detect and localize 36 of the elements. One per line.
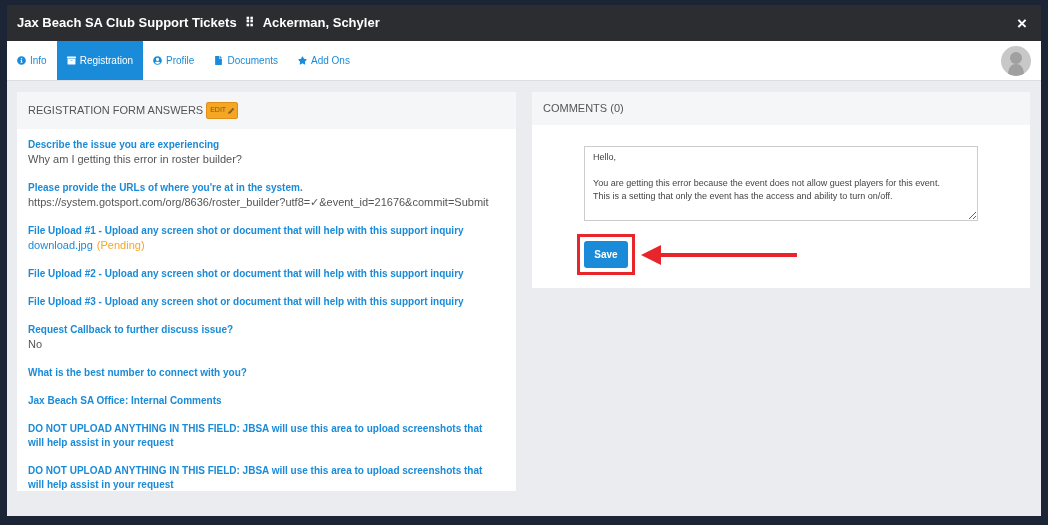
star-icon <box>298 56 307 65</box>
close-button[interactable]: × <box>1017 14 1027 32</box>
question-label: Please provide the URLs of where you're at in the system. <box>28 181 304 195</box>
avatar <box>1001 45 1031 76</box>
question-label: Jax Beach SA Office: Internal Comments <box>28 394 223 408</box>
archive-icon <box>66 56 76 65</box>
status-text: (Pending) <box>96 238 145 253</box>
question-label: File Upload #1 - Upload any screen shot or document that will help with this support inquiry <box>28 224 465 238</box>
save-button[interactable]: Save <box>584 241 628 268</box>
question-label: File Upload #2 - Upload any screen shot or document that will help with this support inquiry <box>28 267 465 281</box>
file-icon <box>214 56 224 65</box>
question-label: What is the best number to connect with you? <box>28 366 248 380</box>
tab[interactable]: Info <box>7 41 57 80</box>
question-label: DO NOT UPLOAD ANYTHING IN THIS FIELD: JBSA will use this area to upload screenshots that will help assist in your request <box>28 422 484 450</box>
member-name: Ackerman, Schyler <box>262 14 380 33</box>
answer-text: No <box>28 337 44 352</box>
pencil-icon <box>228 107 235 114</box>
tab[interactable]: Documents <box>204 41 288 80</box>
panel-title: REGISTRATION FORM ANSWERS <box>28 103 204 119</box>
answer-text: Why am I getting this error in roster builder? <box>28 152 243 167</box>
arrow-icon <box>641 243 797 266</box>
info-icon <box>17 56 26 65</box>
grip-icon: ⠿ <box>244 13 255 33</box>
answer-text: https://system.gotsport.com/org/8636/roster_builder?utf8=✓&event_id=21676&commit=Submit <box>28 195 490 210</box>
question-label: DO NOT UPLOAD ANYTHING IN THIS FIELD: JBSA will use this area to upload screenshots that will help assist in your request <box>28 464 484 491</box>
user-icon <box>153 56 163 65</box>
question-label: File Upload #3 - Upload any screen shot or document that will help with this support inquiry <box>28 295 465 309</box>
question-label: Request Callback to further discuss issue? <box>28 323 235 337</box>
tab[interactable]: Registration <box>56 41 144 80</box>
file-link[interactable]: download.jpg <box>28 238 93 253</box>
question-label: Describe the issue you are experiencing <box>28 138 221 152</box>
panel-title: COMMENTS (0) <box>543 101 624 117</box>
tab[interactable]: Add Ons <box>288 41 360 80</box>
tab[interactable]: Profile <box>143 41 205 80</box>
modal-title: Jax Beach SA Club Support Tickets <box>17 14 237 33</box>
comment-field[interactable]: Hello, You are getting this error because the event does not allow guest players for this event. This is a setting that only the event has the access and ability to turn on/off. <box>584 146 978 221</box>
